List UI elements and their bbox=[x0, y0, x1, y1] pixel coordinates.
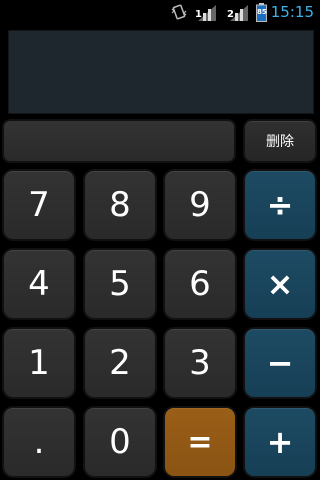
result-display bbox=[8, 30, 314, 114]
digit-1-label: 1 bbox=[28, 343, 50, 383]
digit-4-button[interactable]: 4 bbox=[4, 250, 74, 318]
subtract-button[interactable]: − bbox=[245, 329, 315, 397]
digit-7-label: 7 bbox=[28, 185, 50, 225]
sim1-label: 1 bbox=[195, 9, 202, 20]
digit-0-label: 0 bbox=[109, 422, 131, 462]
digit-4-label: 4 bbox=[28, 264, 50, 304]
digit-5-label: 5 bbox=[109, 264, 131, 304]
digit-2-label: 2 bbox=[109, 343, 131, 383]
digit-5-button[interactable]: 5 bbox=[85, 250, 155, 318]
digit-1-button[interactable]: 1 bbox=[4, 329, 74, 397]
add-button[interactable]: + bbox=[245, 408, 315, 476]
digit-8-button[interactable]: 8 bbox=[85, 171, 155, 239]
equals-label: = bbox=[187, 424, 213, 460]
multiply-button[interactable]: × bbox=[245, 250, 315, 318]
digit-6-button[interactable]: 6 bbox=[165, 250, 235, 318]
divide-button[interactable]: ÷ bbox=[245, 171, 315, 239]
divide-label: ÷ bbox=[266, 186, 294, 224]
formula-input[interactable] bbox=[4, 121, 234, 161]
vibrate-icon bbox=[171, 4, 187, 20]
digit-2-button[interactable]: 2 bbox=[85, 329, 155, 397]
digit-9-label: 9 bbox=[189, 185, 211, 225]
delete-button[interactable]: 删除 bbox=[245, 121, 315, 161]
digit-7-button[interactable]: 7 bbox=[4, 171, 74, 239]
digit-3-button[interactable]: 3 bbox=[165, 329, 235, 397]
digit-0-button[interactable]: 0 bbox=[85, 408, 155, 476]
delete-button-label: 删除 bbox=[266, 134, 294, 150]
digit-9-button[interactable]: 9 bbox=[165, 171, 235, 239]
sim2-label: 2 bbox=[227, 9, 234, 20]
digit-3-label: 3 bbox=[189, 343, 211, 383]
digit-8-label: 8 bbox=[109, 185, 131, 225]
multiply-label: × bbox=[266, 265, 294, 303]
status-time: 15:15 bbox=[270, 3, 314, 21]
status-bar: 1 2 85 15:15 bbox=[0, 0, 320, 25]
add-label: + bbox=[266, 423, 294, 461]
decimal-point-button[interactable]: . bbox=[4, 408, 74, 476]
subtract-label: − bbox=[266, 344, 294, 382]
battery-level-label: 85 bbox=[257, 8, 267, 16]
decimal-point-label: . bbox=[33, 422, 45, 462]
digit-6-label: 6 bbox=[189, 264, 211, 304]
equals-button[interactable]: = bbox=[165, 408, 235, 476]
